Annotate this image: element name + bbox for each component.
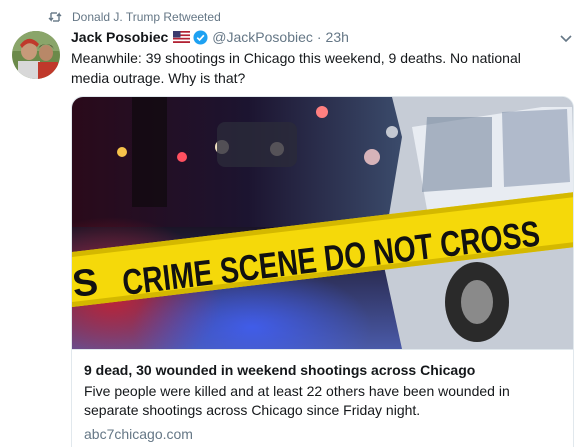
- card-description: Five people were killed and at least 22 …: [84, 383, 510, 418]
- timestamp[interactable]: 23h: [326, 29, 349, 45]
- card-body: 9 dead, 30 wounded in weekend shootings …: [72, 349, 573, 447]
- retweet-icon: [48, 12, 62, 22]
- verified-badge-icon: [193, 29, 208, 45]
- retweet-context-label: Donald J. Trump Retweeted: [72, 10, 221, 24]
- avatar[interactable]: [12, 31, 60, 79]
- chevron-down-icon[interactable]: [558, 33, 574, 45]
- retweet-context[interactable]: Donald J. Trump Retweeted: [48, 10, 221, 24]
- us-flag-icon: [173, 31, 191, 43]
- tweet-header: Jack Posobiec @JackPosobiec · 23h: [71, 29, 349, 45]
- card-domain[interactable]: abc7chicago.com: [84, 426, 563, 442]
- card-image: S CRIME SCENE DO NOT CROSS: [72, 97, 573, 349]
- author-handle[interactable]: @JackPosobiec: [212, 29, 313, 45]
- link-card[interactable]: S CRIME SCENE DO NOT CROSS 9 dead, 30 wo…: [71, 96, 574, 447]
- tweet-text: Meanwhile: 39 shootings in Chicago this …: [71, 50, 521, 86]
- separator-dot: ·: [316, 29, 322, 45]
- card-title[interactable]: 9 dead, 30 wounded in weekend shootings …: [84, 360, 563, 380]
- tape-fragment: S: [72, 261, 100, 306]
- author-name[interactable]: Jack Posobiec: [71, 29, 168, 45]
